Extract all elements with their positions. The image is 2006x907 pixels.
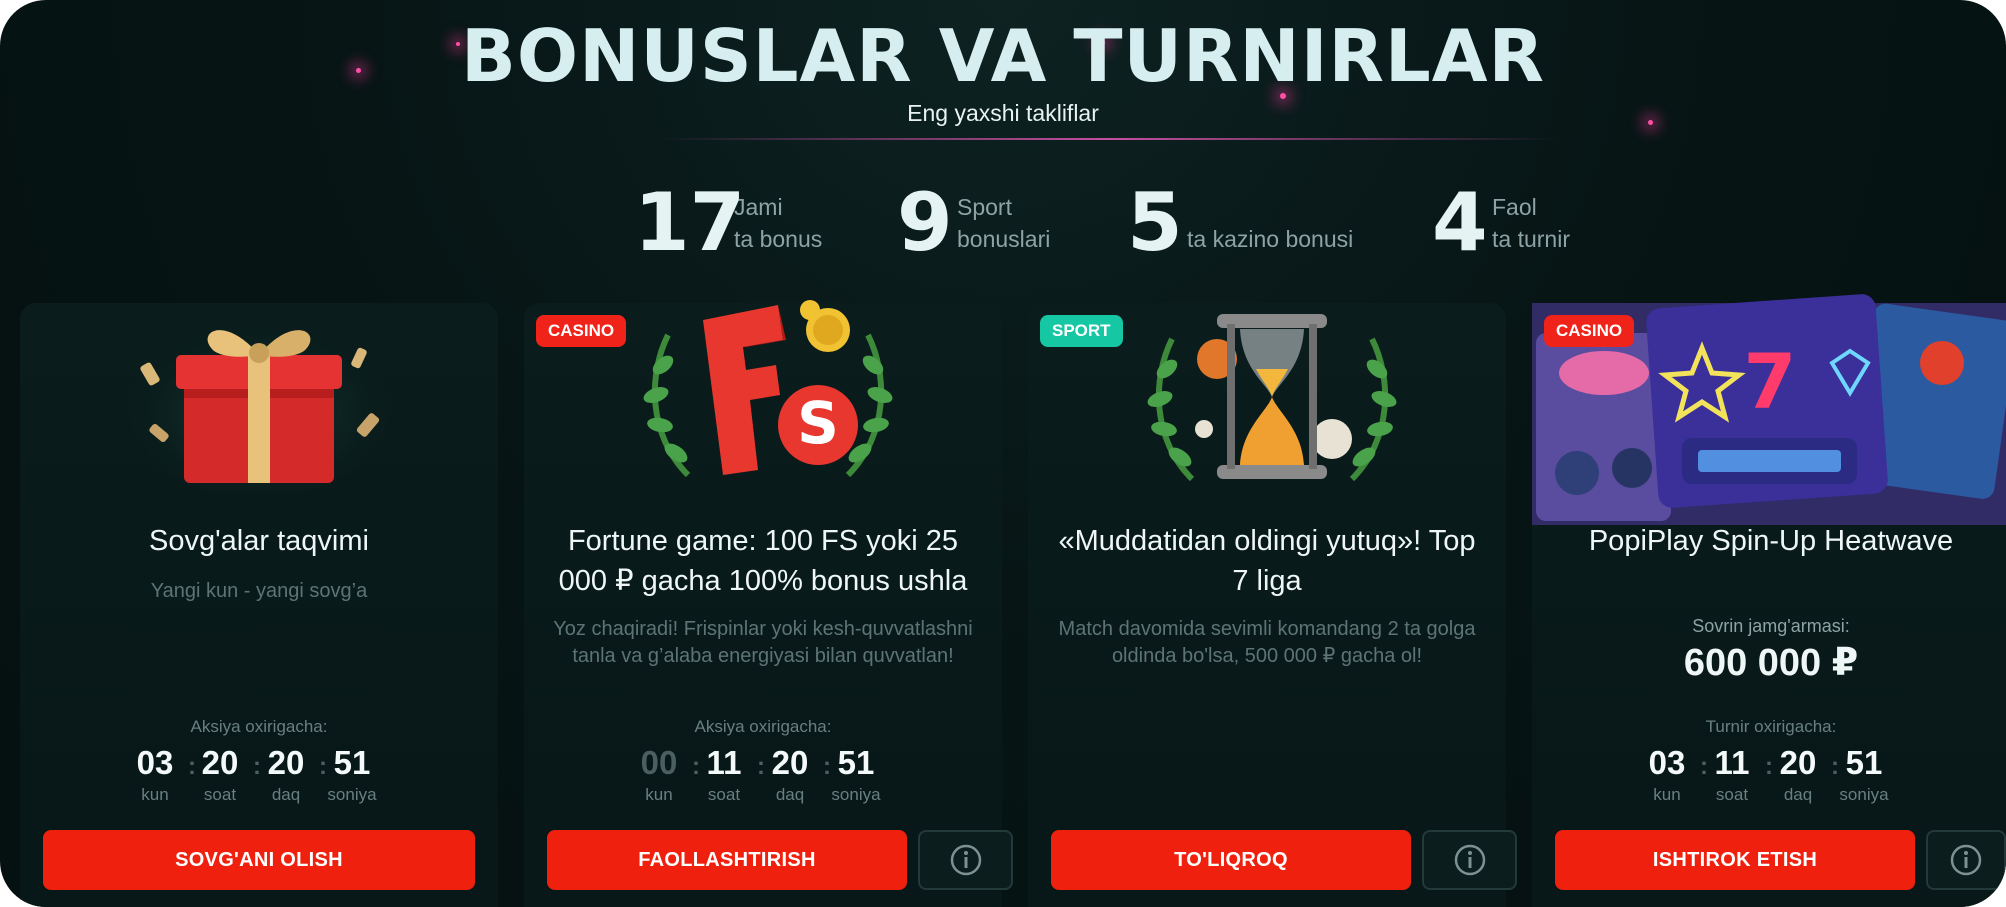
timer-days: 03: [1648, 744, 1686, 781]
hourglass-laurel-icon: [1147, 314, 1397, 482]
stat-value: 4: [1432, 176, 1488, 269]
timer-unit: kun: [1653, 785, 1681, 804]
prize-pool-label: Sovrin jamg'armasi:: [1692, 616, 1850, 636]
timer-minutes: 20: [771, 744, 809, 781]
timer-unit: soat: [203, 785, 237, 804]
timer-label: Aksiya oxirigacha:: [190, 717, 328, 736]
casino-badge: CASINO: [536, 315, 627, 347]
timer-hours: 11: [1714, 744, 1750, 781]
stat-label: ta kazino bonusi: [1187, 226, 1354, 252]
get-gift-button[interactable]: SOVG'ANI OLISH: [43, 830, 475, 890]
stat-value: 9: [897, 176, 953, 269]
promotions-page: BONUSLAR VA TURNIRLAR Eng yaxshi taklifl…: [0, 0, 2006, 907]
card-title: Sovg'alar taqvimi: [149, 525, 369, 557]
timer-hours: 20: [201, 744, 239, 781]
stat-label: ta turnir: [1492, 226, 1570, 252]
stat-value: 17: [634, 176, 746, 269]
timer-unit: soat: [1715, 785, 1749, 804]
svg-text:S: S: [797, 389, 839, 457]
stat-total-bonuses: 17 Jami ta bonus: [634, 180, 864, 266]
title-divider: [660, 138, 1560, 140]
card-description: Match davomida sevimli komandang 2 ta go…: [1058, 618, 1476, 667]
more-details-button[interactable]: TO'LIQROQ: [1051, 830, 1411, 890]
timer-label: Aksiya oxirigacha:: [694, 717, 832, 736]
countdown-timer: 03 kun : 20 soat : 20 daq : 51 soniya: [20, 743, 498, 813]
page-title: BONUSLAR VA TURNIRLAR: [461, 14, 1545, 98]
info-button[interactable]: [1422, 830, 1517, 890]
timer-seconds: 51: [837, 744, 875, 781]
timer-unit: soniya: [1839, 785, 1889, 804]
timer-minutes: 20: [1779, 744, 1817, 781]
stat-active-tournaments: 4 Faol ta turnir: [1432, 180, 1632, 266]
countdown-timer: 00 kun : 11 soat : 20 daq : 51 soniya: [524, 743, 1002, 813]
timer-unit: daq: [271, 785, 301, 804]
promo-card-fortune-game[interactable]: S CASINO Fortune game: 100 FS yoki 25 00…: [524, 300, 1013, 907]
stat-label: ta bonus: [734, 226, 823, 252]
timer-seconds: 51: [333, 744, 371, 781]
gift-box-icon: [119, 308, 399, 493]
timer-hours: 11: [706, 744, 742, 781]
timer-days: 03: [136, 744, 174, 781]
stat-label: bonuslari: [957, 226, 1051, 252]
card-description: Yangi kun - yangi sovg’a: [150, 580, 368, 602]
timer-unit: daq: [775, 785, 805, 804]
join-tournament-button[interactable]: ISHTIROK ETISH: [1555, 830, 1915, 890]
timer-unit: kun: [645, 785, 673, 804]
info-icon: [1950, 844, 1982, 876]
page-subtitle: Eng yaxshi takliflar: [907, 100, 1099, 126]
casino-badge: CASINO: [1544, 315, 1635, 347]
card-description: Yoz chaqiradi! Frispinlar yoki kesh-quvv…: [553, 618, 973, 667]
sport-badge: SPORT: [1040, 315, 1123, 347]
activate-button[interactable]: FAOLLASHTIRISH: [547, 830, 907, 890]
free-spins-laurel-icon: S: [643, 300, 893, 478]
timer-seconds: 51: [1845, 744, 1883, 781]
info-icon: [1454, 844, 1485, 876]
stat-label: Sport: [957, 194, 1012, 220]
card-title: «Muddatidan oldingi yutuq»! Top 7 liga: [1058, 525, 1476, 597]
stat-value: 5: [1127, 176, 1183, 269]
timer-unit: soniya: [327, 785, 377, 804]
timer-unit: daq: [1783, 785, 1813, 804]
timer-unit: kun: [141, 785, 169, 804]
stat-sport-bonuses: 9 Sport bonuslari: [897, 180, 1097, 266]
info-button[interactable]: [918, 830, 1013, 890]
card-title: PopiPlay Spin-Up Heatwave: [1588, 525, 1954, 557]
timer-unit: soat: [707, 785, 741, 804]
stat-label: Faol: [1492, 194, 1537, 220]
card-title: Fortune game: 100 FS yoki 25 000 ₽ gacha…: [558, 525, 968, 597]
svg-text:7: 7: [1744, 337, 1797, 426]
timer-unit: soniya: [831, 785, 881, 804]
stat-casino-bonuses: 5 ta kazino bonusi: [1127, 180, 1387, 266]
stat-label: Jami: [734, 194, 783, 220]
promo-card-early-win[interactable]: SPORT «Muddatidan oldingi yutuq»! Top 7 …: [1028, 303, 1517, 907]
countdown-timer: 03 kun : 11 soat : 20 daq : 51 soniya: [1532, 743, 2006, 813]
info-icon: [950, 844, 981, 876]
info-button[interactable]: [1926, 830, 2006, 890]
timer-minutes: 20: [267, 744, 305, 781]
timer-label: Turnir oxirigacha:: [1705, 717, 1837, 736]
promo-card-tournament[interactable]: 7 CASINO PopiPlay Spin-Up Heatwave Sovri…: [1532, 294, 2006, 907]
timer-days: 00: [640, 744, 678, 781]
prize-pool-value: 600 000 ₽: [1683, 642, 1859, 684]
promo-card-gift-calendar[interactable]: Sovg'alar taqvimi Yangi kun - yangi sovg…: [20, 303, 498, 907]
